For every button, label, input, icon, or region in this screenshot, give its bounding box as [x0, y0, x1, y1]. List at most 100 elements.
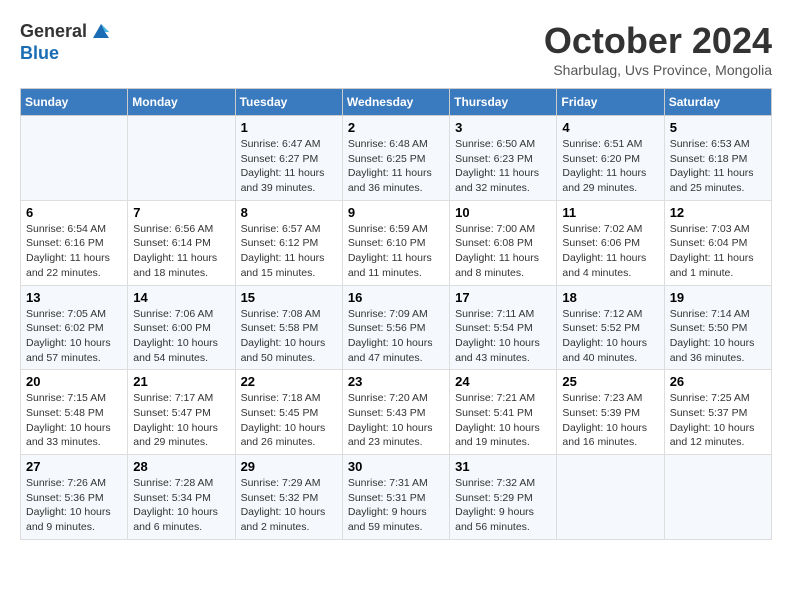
day-info: Sunrise: 7:29 AM Sunset: 5:32 PM Dayligh…: [241, 476, 337, 535]
day-info: Sunrise: 7:14 AM Sunset: 5:50 PM Dayligh…: [670, 307, 766, 366]
day-number: 11: [562, 205, 658, 220]
day-info: Sunrise: 7:11 AM Sunset: 5:54 PM Dayligh…: [455, 307, 551, 366]
calendar-cell: 6Sunrise: 6:54 AM Sunset: 6:16 PM Daylig…: [21, 200, 128, 285]
calendar-cell: 22 Sunrise: 7:18 AM Sunset: 5:45 PM Dayli…: [235, 370, 342, 455]
day-number: 13: [26, 290, 122, 305]
header-friday: Friday: [557, 89, 664, 116]
day-info: Sunrise: 7:08 AM Sunset: 5:58 PM Dayligh…: [241, 307, 337, 366]
logo: General Blue: [20, 20, 113, 64]
calendar-cell: 26 Sunrise: 7:25 AM Sunset: 5:37 PM Dayli…: [664, 370, 771, 455]
location: Sharbulag, Uvs Province, Mongolia: [544, 62, 772, 78]
header-tuesday: Tuesday: [235, 89, 342, 116]
day-number: 3: [455, 120, 551, 135]
calendar-week-4: 20 Sunrise: 7:15 AM Sunset: 5:48 PM Dayli…: [21, 370, 772, 455]
calendar-cell: 12 Sunrise: 7:03 AM Sunset: 6:04 PM Dayli…: [664, 200, 771, 285]
day-info: Sunrise: 6:56 AM Sunset: 6:14 PM Dayligh…: [133, 222, 229, 281]
calendar-cell: 1 Sunrise: 6:47 AM Sunset: 6:27 PM Daylig…: [235, 116, 342, 201]
day-number: 31: [455, 459, 551, 474]
day-info: Sunrise: 6:53 AM Sunset: 6:18 PM Dayligh…: [670, 137, 766, 196]
calendar-cell: 29 Sunrise: 7:29 AM Sunset: 5:32 PM Dayli…: [235, 455, 342, 540]
day-number: 12: [670, 205, 766, 220]
logo-icon: [89, 20, 113, 44]
calendar-cell: 16 Sunrise: 7:09 AM Sunset: 5:56 PM Dayli…: [342, 285, 449, 370]
day-number: 21: [133, 374, 229, 389]
day-number: 23: [348, 374, 444, 389]
day-info: Sunrise: 7:18 AM Sunset: 5:45 PM Dayligh…: [241, 391, 337, 450]
day-number: 6: [26, 205, 122, 220]
day-info: Sunrise: 7:21 AM Sunset: 5:41 PM Dayligh…: [455, 391, 551, 450]
calendar-cell: 25Sunrise: 7:23 AM Sunset: 5:39 PM Dayli…: [557, 370, 664, 455]
day-number: 17: [455, 290, 551, 305]
logo-blue: Blue: [20, 44, 113, 64]
month-title: October 2024: [544, 20, 772, 62]
day-number: 28: [133, 459, 229, 474]
day-number: 5: [670, 120, 766, 135]
header-monday: Monday: [128, 89, 235, 116]
day-number: 14: [133, 290, 229, 305]
day-number: 4: [562, 120, 658, 135]
calendar-cell: 28 Sunrise: 7:28 AM Sunset: 5:34 PM Dayli…: [128, 455, 235, 540]
calendar-cell: 20 Sunrise: 7:15 AM Sunset: 5:48 PM Dayli…: [21, 370, 128, 455]
day-number: 2: [348, 120, 444, 135]
calendar-cell: 4Sunrise: 6:51 AM Sunset: 6:20 PM Daylig…: [557, 116, 664, 201]
day-number: 1: [241, 120, 337, 135]
calendar-week-3: 13 Sunrise: 7:05 AM Sunset: 6:02 PM Dayli…: [21, 285, 772, 370]
header-wednesday: Wednesday: [342, 89, 449, 116]
day-info: Sunrise: 7:09 AM Sunset: 5:56 PM Dayligh…: [348, 307, 444, 366]
day-number: 16: [348, 290, 444, 305]
calendar-week-2: 6Sunrise: 6:54 AM Sunset: 6:16 PM Daylig…: [21, 200, 772, 285]
day-info: Sunrise: 7:03 AM Sunset: 6:04 PM Dayligh…: [670, 222, 766, 281]
calendar-cell: 15 Sunrise: 7:08 AM Sunset: 5:58 PM Dayli…: [235, 285, 342, 370]
calendar-cell: 7 Sunrise: 6:56 AM Sunset: 6:14 PM Daylig…: [128, 200, 235, 285]
day-info: Sunrise: 7:02 AM Sunset: 6:06 PM Dayligh…: [562, 222, 658, 281]
calendar-cell: 27 Sunrise: 7:26 AM Sunset: 5:36 PM Dayli…: [21, 455, 128, 540]
day-number: 20: [26, 374, 122, 389]
day-info: Sunrise: 7:20 AM Sunset: 5:43 PM Dayligh…: [348, 391, 444, 450]
day-info: Sunrise: 7:31 AM Sunset: 5:31 PM Dayligh…: [348, 476, 444, 535]
day-number: 30: [348, 459, 444, 474]
calendar-cell: 10Sunrise: 7:00 AM Sunset: 6:08 PM Dayli…: [450, 200, 557, 285]
day-number: 27: [26, 459, 122, 474]
day-number: 26: [670, 374, 766, 389]
calendar-week-5: 27 Sunrise: 7:26 AM Sunset: 5:36 PM Dayli…: [21, 455, 772, 540]
day-info: Sunrise: 6:48 AM Sunset: 6:25 PM Dayligh…: [348, 137, 444, 196]
day-info: Sunrise: 7:12 AM Sunset: 5:52 PM Dayligh…: [562, 307, 658, 366]
day-info: Sunrise: 7:28 AM Sunset: 5:34 PM Dayligh…: [133, 476, 229, 535]
calendar-cell: 18Sunrise: 7:12 AM Sunset: 5:52 PM Dayli…: [557, 285, 664, 370]
day-number: 24: [455, 374, 551, 389]
day-number: 8: [241, 205, 337, 220]
header-saturday: Saturday: [664, 89, 771, 116]
calendar-cell: 19 Sunrise: 7:14 AM Sunset: 5:50 PM Dayli…: [664, 285, 771, 370]
day-info: Sunrise: 7:15 AM Sunset: 5:48 PM Dayligh…: [26, 391, 122, 450]
day-info: Sunrise: 7:05 AM Sunset: 6:02 PM Dayligh…: [26, 307, 122, 366]
day-info: Sunrise: 7:25 AM Sunset: 5:37 PM Dayligh…: [670, 391, 766, 450]
day-info: Sunrise: 7:17 AM Sunset: 5:47 PM Dayligh…: [133, 391, 229, 450]
day-info: Sunrise: 7:26 AM Sunset: 5:36 PM Dayligh…: [26, 476, 122, 535]
day-number: 7: [133, 205, 229, 220]
calendar-cell: [21, 116, 128, 201]
day-number: 10: [455, 205, 551, 220]
calendar-cell: 11 Sunrise: 7:02 AM Sunset: 6:06 PM Dayli…: [557, 200, 664, 285]
calendar-cell: [557, 455, 664, 540]
calendar-cell: 21 Sunrise: 7:17 AM Sunset: 5:47 PM Dayli…: [128, 370, 235, 455]
day-number: 15: [241, 290, 337, 305]
day-number: 19: [670, 290, 766, 305]
logo-general: General: [20, 22, 87, 42]
day-number: 25: [562, 374, 658, 389]
calendar-table: Sunday Monday Tuesday Wednesday Thursday…: [20, 88, 772, 540]
calendar-cell: 23 Sunrise: 7:20 AM Sunset: 5:43 PM Dayli…: [342, 370, 449, 455]
day-info: Sunrise: 6:47 AM Sunset: 6:27 PM Dayligh…: [241, 137, 337, 196]
calendar-cell: 2 Sunrise: 6:48 AM Sunset: 6:25 PM Daylig…: [342, 116, 449, 201]
day-number: 29: [241, 459, 337, 474]
day-info: Sunrise: 6:59 AM Sunset: 6:10 PM Dayligh…: [348, 222, 444, 281]
calendar-cell: 14Sunrise: 7:06 AM Sunset: 6:00 PM Dayli…: [128, 285, 235, 370]
day-number: 9: [348, 205, 444, 220]
calendar-cell: [128, 116, 235, 201]
day-number: 22: [241, 374, 337, 389]
calendar-cell: 3 Sunrise: 6:50 AM Sunset: 6:23 PM Daylig…: [450, 116, 557, 201]
day-info: Sunrise: 6:57 AM Sunset: 6:12 PM Dayligh…: [241, 222, 337, 281]
header-thursday: Thursday: [450, 89, 557, 116]
calendar-cell: 8 Sunrise: 6:57 AM Sunset: 6:12 PM Daylig…: [235, 200, 342, 285]
calendar-cell: 5 Sunrise: 6:53 AM Sunset: 6:18 PM Daylig…: [664, 116, 771, 201]
day-info: Sunrise: 6:50 AM Sunset: 6:23 PM Dayligh…: [455, 137, 551, 196]
